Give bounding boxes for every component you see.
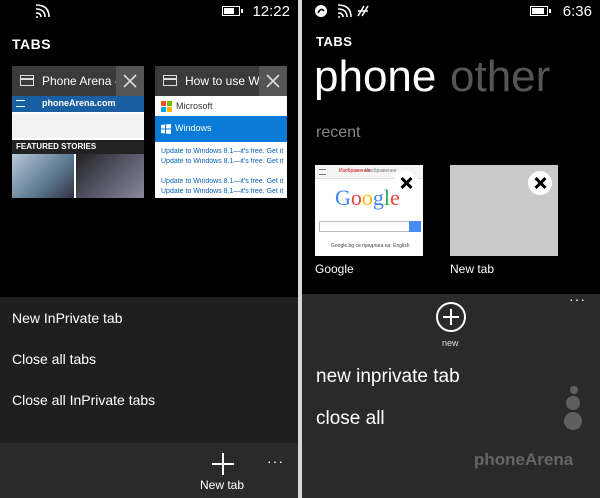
- page-title: TABS: [316, 34, 353, 49]
- microsoft-logo-icon: [161, 101, 172, 112]
- site-brand: Microsoft: [176, 101, 213, 111]
- tab-header: Phone Arena -: [12, 66, 144, 96]
- site-logo: phoneArena.com: [42, 98, 116, 108]
- tab-thumbnail-phonearena[interactable]: Phone Arena - phoneArena.com FEATURED ST…: [12, 66, 144, 198]
- page-icon: [20, 75, 34, 86]
- close-tab-button[interactable]: [116, 66, 144, 96]
- google-logo: Google: [335, 185, 400, 210]
- search-box: [319, 221, 411, 232]
- close-icon: [123, 74, 137, 88]
- context-menu: New InPrivate tab Close all tabs Close a…: [0, 297, 298, 443]
- tab-preview: Microsoft Windows Update to Windows 8.1—…: [155, 96, 287, 198]
- status-bar: 6:36: [302, 0, 600, 24]
- site-header: phoneArena.com: [12, 96, 144, 112]
- left-screenshot: 12:22 TABS Phone Arena - phoneArena.com …: [0, 0, 298, 498]
- status-time: 6:36: [562, 3, 592, 20]
- tab-label: New tab: [450, 262, 495, 276]
- notification-icon: [315, 5, 327, 17]
- article-link: Update to Windows 8.1—it's free. Get it …: [161, 158, 285, 165]
- context-menu: ··· new new inprivate tab close all phon…: [302, 291, 600, 498]
- search-icon: [409, 221, 421, 232]
- close-icon: [266, 74, 280, 88]
- menu-item-close-all[interactable]: close all: [316, 408, 385, 430]
- section-label: recent: [316, 124, 361, 141]
- menu-item-close-inprivate[interactable]: Close all InPrivate tabs: [12, 392, 155, 408]
- menu-item-new-inprivate[interactable]: New InPrivate tab: [12, 310, 123, 326]
- tab-thumbnail-windows[interactable]: How to use W Microsoft Windows Update to…: [155, 66, 287, 198]
- tab-title: Phone Arena -: [42, 74, 116, 88]
- data-connection-icon: [357, 5, 369, 17]
- status-bar: 12:22: [0, 0, 298, 24]
- ad-banner: [12, 114, 144, 138]
- featured-heading: FEATURED STORIES: [12, 140, 144, 154]
- top-link: Изображения: [365, 168, 397, 174]
- plus-icon[interactable]: [212, 453, 234, 475]
- story-image: [76, 154, 144, 198]
- status-time: 12:22: [252, 3, 290, 20]
- battery-icon: [222, 6, 243, 16]
- menu-item-new-inprivate[interactable]: new inprivate tab: [316, 366, 460, 388]
- close-tab-button[interactable]: [528, 171, 552, 195]
- right-screenshot: 6:36 TABS phone other recent Изображения…: [302, 0, 600, 498]
- close-tab-button[interactable]: [259, 66, 287, 96]
- menu-icon: [16, 100, 25, 107]
- pivot-other[interactable]: other: [450, 52, 550, 102]
- plus-icon[interactable]: [436, 302, 466, 332]
- more-icon[interactable]: ···: [569, 291, 586, 307]
- tab-title: How to use W: [185, 74, 259, 88]
- wifi-icon: [35, 4, 50, 18]
- windows-logo-icon: [161, 124, 171, 134]
- site-header: Microsoft: [155, 96, 287, 116]
- footer-text: Google.bg се предлага на: English: [331, 243, 410, 249]
- menu-icon: [319, 169, 326, 175]
- menu-item-close-all-tabs[interactable]: Close all tabs: [12, 351, 96, 367]
- section-banner: Windows: [155, 116, 287, 142]
- app-bar: New tab ···: [0, 443, 298, 498]
- tab-header: How to use W: [155, 66, 287, 96]
- article-link: Update to Windows 8.1—it's free. Get it …: [161, 178, 285, 185]
- story-image: [12, 154, 74, 198]
- watermark: phoneArena: [474, 450, 574, 469]
- wifi-icon: [337, 4, 352, 18]
- more-icon[interactable]: ···: [267, 453, 284, 469]
- page-icon: [163, 75, 177, 86]
- tab-preview: phoneArena.com FEATURED STORIES: [12, 96, 144, 198]
- battery-icon: [530, 6, 551, 16]
- article-link: Update to Windows 8.1—it's free. Get it …: [161, 188, 285, 195]
- pivot-phone[interactable]: phone: [314, 52, 436, 102]
- new-tab-button[interactable]: New tab: [200, 478, 244, 492]
- new-tab-button[interactable]: new: [442, 338, 459, 348]
- section-title: Windows: [175, 123, 212, 133]
- article-link: Update to Windows 8.1—it's free. Get it …: [161, 148, 285, 155]
- tab-label: Google: [315, 262, 354, 276]
- close-tab-button[interactable]: [394, 171, 418, 195]
- page-title: TABS: [12, 36, 52, 52]
